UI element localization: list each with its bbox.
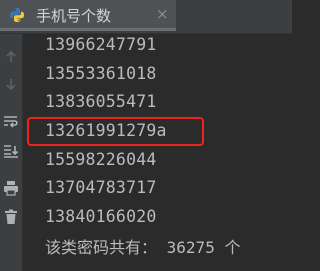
output-line: 13840166020 — [45, 207, 157, 226]
output-line: 15598226044 — [45, 150, 157, 169]
console-output[interactable]: 13966247791 13553361018 13836055471 1326… — [23, 34, 292, 271]
output-line: 13966247791 — [45, 35, 157, 54]
console-toolbar — [0, 34, 23, 271]
summary-line: 该类密码共有： 36275 个 — [45, 234, 240, 258]
arrow-down-icon[interactable] — [0, 73, 22, 95]
arrow-up-icon[interactable] — [0, 46, 22, 68]
close-icon[interactable]: × — [156, 5, 169, 23]
python-icon — [9, 7, 25, 23]
trash-icon[interactable] — [0, 206, 22, 228]
tab-run-config[interactable]: 手机号个数 × — [0, 0, 176, 31]
tab-bar: 手机号个数 × — [0, 0, 292, 34]
print-icon[interactable] — [0, 177, 22, 199]
summary-count: 36275 — [166, 238, 215, 257]
output-line: 13553361018 — [45, 64, 157, 83]
highlight-annotation — [27, 117, 204, 146]
output-line: 13704783717 — [45, 178, 157, 197]
tab-label: 手机号个数 — [36, 7, 112, 25]
run-console-window: 手机号个数 × 13966247791 13553361018 13836055… — [0, 0, 292, 271]
soft-wrap-icon[interactable] — [0, 111, 22, 133]
scroll-to-end-icon[interactable] — [0, 140, 22, 162]
output-line: 13836055471 — [45, 92, 157, 111]
summary-unit: 个 — [224, 238, 241, 257]
summary-label: 该类密码共有： — [45, 238, 158, 257]
